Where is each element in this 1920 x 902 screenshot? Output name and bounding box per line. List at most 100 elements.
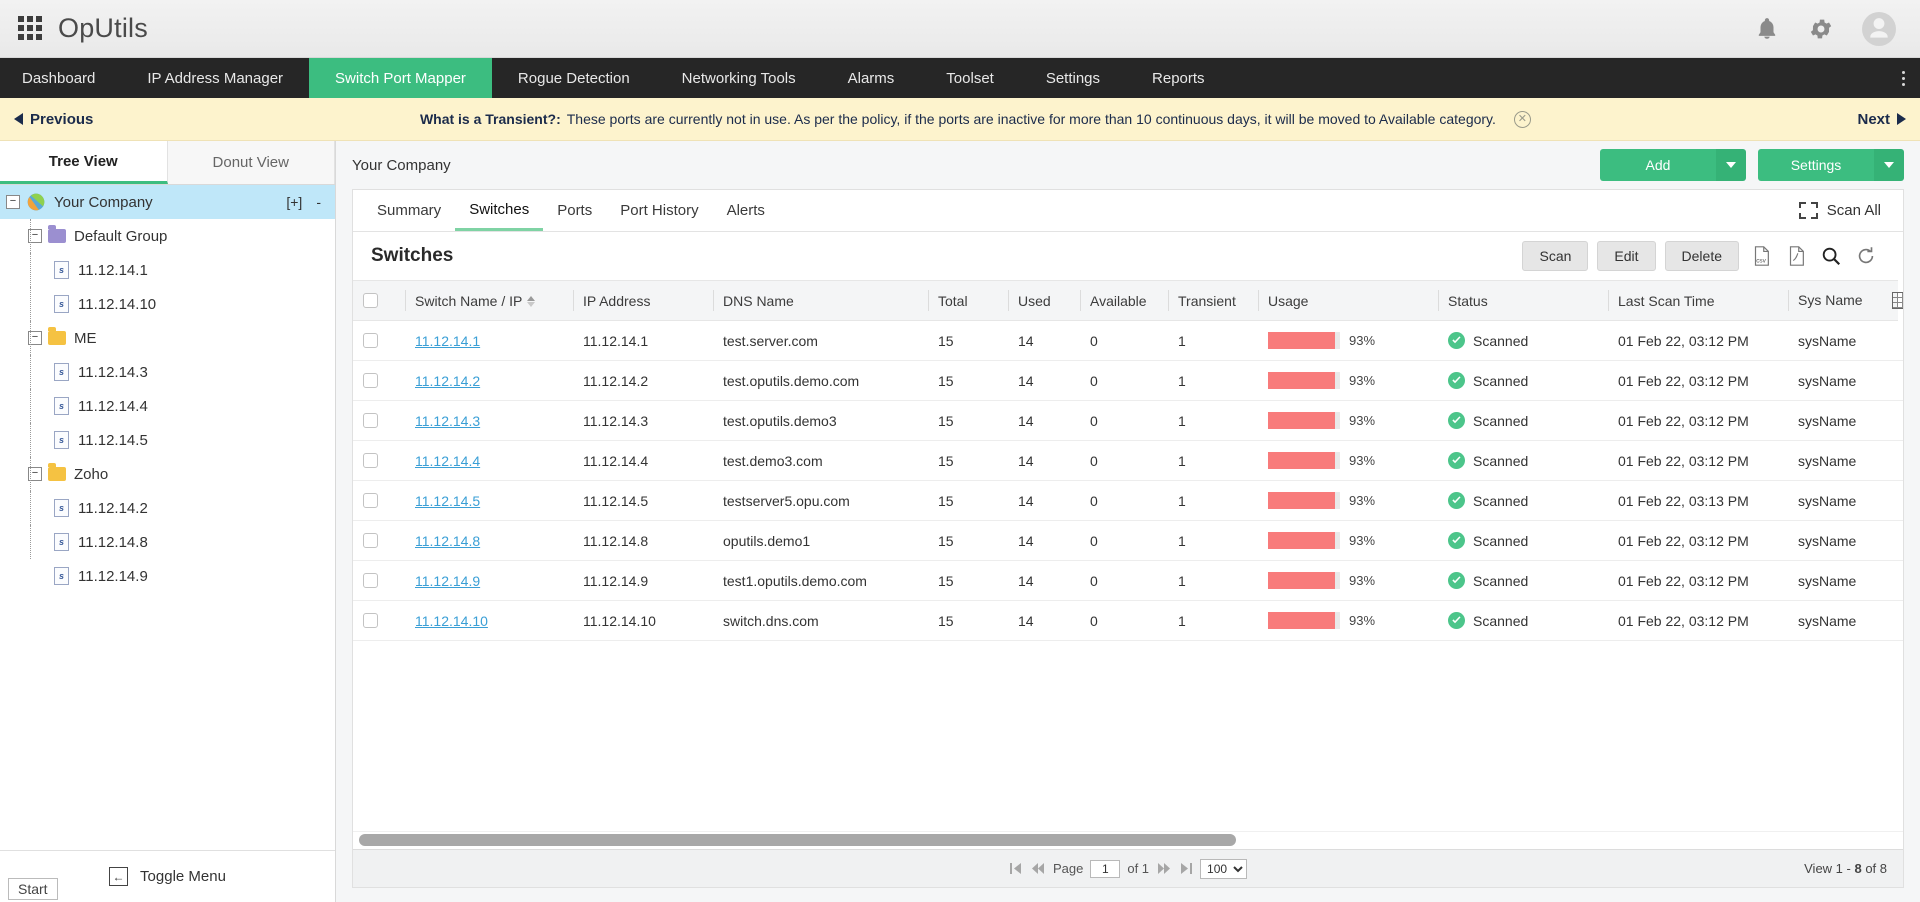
table-row[interactable]: 11.12.14.1011.12.14.10switch.dns.com1514… bbox=[353, 601, 1903, 641]
close-circle-icon[interactable]: ✕ bbox=[1514, 111, 1531, 128]
column-sys-name[interactable]: Sys Name bbox=[1788, 281, 1898, 321]
row-checkbox[interactable] bbox=[363, 373, 378, 388]
tree-node-switch[interactable]: s 11.12.14.10 bbox=[0, 287, 335, 321]
add-dropdown-caret[interactable] bbox=[1716, 149, 1746, 181]
table-row[interactable]: 11.12.14.511.12.14.5testserver5.opu.com1… bbox=[353, 481, 1903, 521]
page-size-select[interactable]: 2550100 bbox=[1200, 859, 1247, 879]
toggle-menu-label[interactable]: Toggle Menu bbox=[140, 868, 226, 885]
nav-item-toolset[interactable]: Toolset bbox=[920, 58, 1020, 98]
table-row[interactable]: 11.12.14.811.12.14.8oputils.demo11514019… bbox=[353, 521, 1903, 561]
tree-node-switch[interactable]: s 11.12.14.4 bbox=[0, 389, 335, 423]
tree-node-me[interactable]: − ME bbox=[0, 321, 335, 355]
switch-link[interactable]: 11.12.14.1 bbox=[415, 333, 480, 349]
settings-button[interactable]: Settings bbox=[1758, 149, 1904, 181]
horizontal-scrollbar[interactable] bbox=[353, 831, 1903, 849]
switch-link[interactable]: 11.12.14.2 bbox=[415, 373, 480, 389]
table-row[interactable]: 11.12.14.911.12.14.9test1.oputils.demo.c… bbox=[353, 561, 1903, 601]
edit-button[interactable]: Edit bbox=[1597, 241, 1655, 271]
table-row[interactable]: 11.12.14.111.12.14.1test.server.com15140… bbox=[353, 321, 1903, 361]
tab-port-history[interactable]: Port History bbox=[606, 190, 712, 231]
tree-node-zoho[interactable]: − Zoho bbox=[0, 457, 335, 491]
row-checkbox[interactable] bbox=[363, 493, 378, 508]
row-checkbox[interactable] bbox=[363, 453, 378, 468]
tree-expander-icon[interactable]: − bbox=[6, 195, 20, 209]
export-csv-icon[interactable]: csv bbox=[1748, 243, 1774, 269]
column-status[interactable]: Status bbox=[1438, 281, 1608, 321]
next-page-icon[interactable] bbox=[1156, 862, 1171, 876]
tree-node-default-group[interactable]: − Default Group bbox=[0, 219, 335, 253]
user-avatar-icon[interactable] bbox=[1862, 12, 1896, 46]
tab-donut-view[interactable]: Donut View bbox=[168, 141, 336, 184]
page-number-input[interactable] bbox=[1090, 860, 1120, 878]
column-last-scan-time[interactable]: Last Scan Time bbox=[1608, 281, 1788, 321]
refresh-icon[interactable] bbox=[1853, 243, 1879, 269]
tree-node-switch[interactable]: s 11.12.14.8 bbox=[0, 525, 335, 559]
tree-node-switch[interactable]: s 11.12.14.2 bbox=[0, 491, 335, 525]
switch-link[interactable]: 11.12.14.9 bbox=[415, 573, 480, 589]
export-pdf-icon[interactable] bbox=[1783, 243, 1809, 269]
column-transient[interactable]: Transient bbox=[1168, 281, 1258, 321]
switch-link[interactable]: 11.12.14.3 bbox=[415, 413, 480, 429]
select-all-checkbox[interactable] bbox=[363, 293, 378, 308]
scan-button[interactable]: Scan bbox=[1522, 241, 1588, 271]
banner-next-button[interactable]: Next bbox=[1857, 111, 1906, 128]
row-checkbox[interactable] bbox=[363, 613, 378, 628]
banner-previous-button[interactable]: Previous bbox=[14, 111, 93, 128]
tree-node-switch[interactable]: s 11.12.14.3 bbox=[0, 355, 335, 389]
tab-switches[interactable]: Switches bbox=[455, 190, 543, 231]
row-checkbox[interactable] bbox=[363, 533, 378, 548]
column-switch-name-ip[interactable]: Switch Name / IP bbox=[405, 281, 573, 321]
switch-link[interactable]: 11.12.14.8 bbox=[415, 533, 480, 549]
start-button[interactable]: Start bbox=[8, 878, 58, 900]
column-used[interactable]: Used bbox=[1008, 281, 1080, 321]
add-button[interactable]: Add bbox=[1600, 149, 1746, 181]
notification-bell-icon[interactable] bbox=[1754, 16, 1780, 42]
row-checkbox[interactable] bbox=[363, 333, 378, 348]
more-vertical-icon[interactable] bbox=[1886, 58, 1920, 98]
switch-link[interactable]: 11.12.14.4 bbox=[415, 453, 480, 469]
table-row[interactable]: 11.12.14.411.12.14.4test.demo3.com151401… bbox=[353, 441, 1903, 481]
nav-item-dashboard[interactable]: Dashboard bbox=[0, 58, 121, 98]
row-checkbox[interactable] bbox=[363, 573, 378, 588]
column-available[interactable]: Available bbox=[1080, 281, 1168, 321]
settings-dropdown-caret[interactable] bbox=[1874, 149, 1904, 181]
tree-node-switch[interactable]: s 11.12.14.9 bbox=[0, 559, 335, 593]
nav-item-networking-tools[interactable]: Networking Tools bbox=[656, 58, 822, 98]
column-chooser-icon[interactable] bbox=[1892, 292, 1903, 309]
tree-node-switch[interactable]: s 11.12.14.5 bbox=[0, 423, 335, 457]
delete-button[interactable]: Delete bbox=[1665, 241, 1739, 271]
nav-item-alarms[interactable]: Alarms bbox=[822, 58, 921, 98]
previous-page-icon[interactable] bbox=[1031, 862, 1046, 876]
column-usage[interactable]: Usage bbox=[1258, 281, 1438, 321]
last-page-icon[interactable] bbox=[1178, 862, 1193, 876]
tree-node-your-company[interactable]: − Your Company [+] - bbox=[0, 185, 335, 219]
column-dns-name[interactable]: DNS Name bbox=[713, 281, 928, 321]
scan-all-button[interactable]: Scan All bbox=[1799, 190, 1893, 231]
switch-link[interactable]: 11.12.14.10 bbox=[415, 613, 488, 629]
nav-item-reports[interactable]: Reports bbox=[1126, 58, 1231, 98]
tree-expand-all-button[interactable]: [+] bbox=[286, 194, 302, 210]
collapse-left-icon[interactable]: ← bbox=[109, 867, 128, 886]
horizontal-scrollbar-thumb[interactable] bbox=[359, 834, 1236, 846]
tree-collapse-all-button[interactable]: - bbox=[316, 194, 321, 210]
table-row[interactable]: 11.12.14.311.12.14.3test.oputils.demo315… bbox=[353, 401, 1903, 441]
nav-item-ip-address-manager[interactable]: IP Address Manager bbox=[121, 58, 309, 98]
search-icon[interactable] bbox=[1818, 243, 1844, 269]
column-total[interactable]: Total bbox=[928, 281, 1008, 321]
nav-item-settings[interactable]: Settings bbox=[1020, 58, 1126, 98]
tab-tree-view[interactable]: Tree View bbox=[0, 141, 168, 184]
tab-alerts[interactable]: Alerts bbox=[713, 190, 779, 231]
first-page-icon[interactable] bbox=[1009, 862, 1024, 876]
column-ip-address[interactable]: IP Address bbox=[573, 281, 713, 321]
settings-gear-icon[interactable] bbox=[1808, 16, 1834, 42]
apps-grid-icon[interactable] bbox=[18, 16, 44, 42]
switch-link[interactable]: 11.12.14.5 bbox=[415, 493, 480, 509]
chevron-right-icon bbox=[1897, 113, 1906, 125]
row-checkbox[interactable] bbox=[363, 413, 378, 428]
nav-item-rogue-detection[interactable]: Rogue Detection bbox=[492, 58, 656, 98]
nav-item-switch-port-mapper[interactable]: Switch Port Mapper bbox=[309, 58, 492, 98]
tree-node-switch[interactable]: s 11.12.14.1 bbox=[0, 253, 335, 287]
tab-ports[interactable]: Ports bbox=[543, 190, 606, 231]
tab-summary[interactable]: Summary bbox=[363, 190, 455, 231]
table-row[interactable]: 11.12.14.211.12.14.2test.oputils.demo.co… bbox=[353, 361, 1903, 401]
